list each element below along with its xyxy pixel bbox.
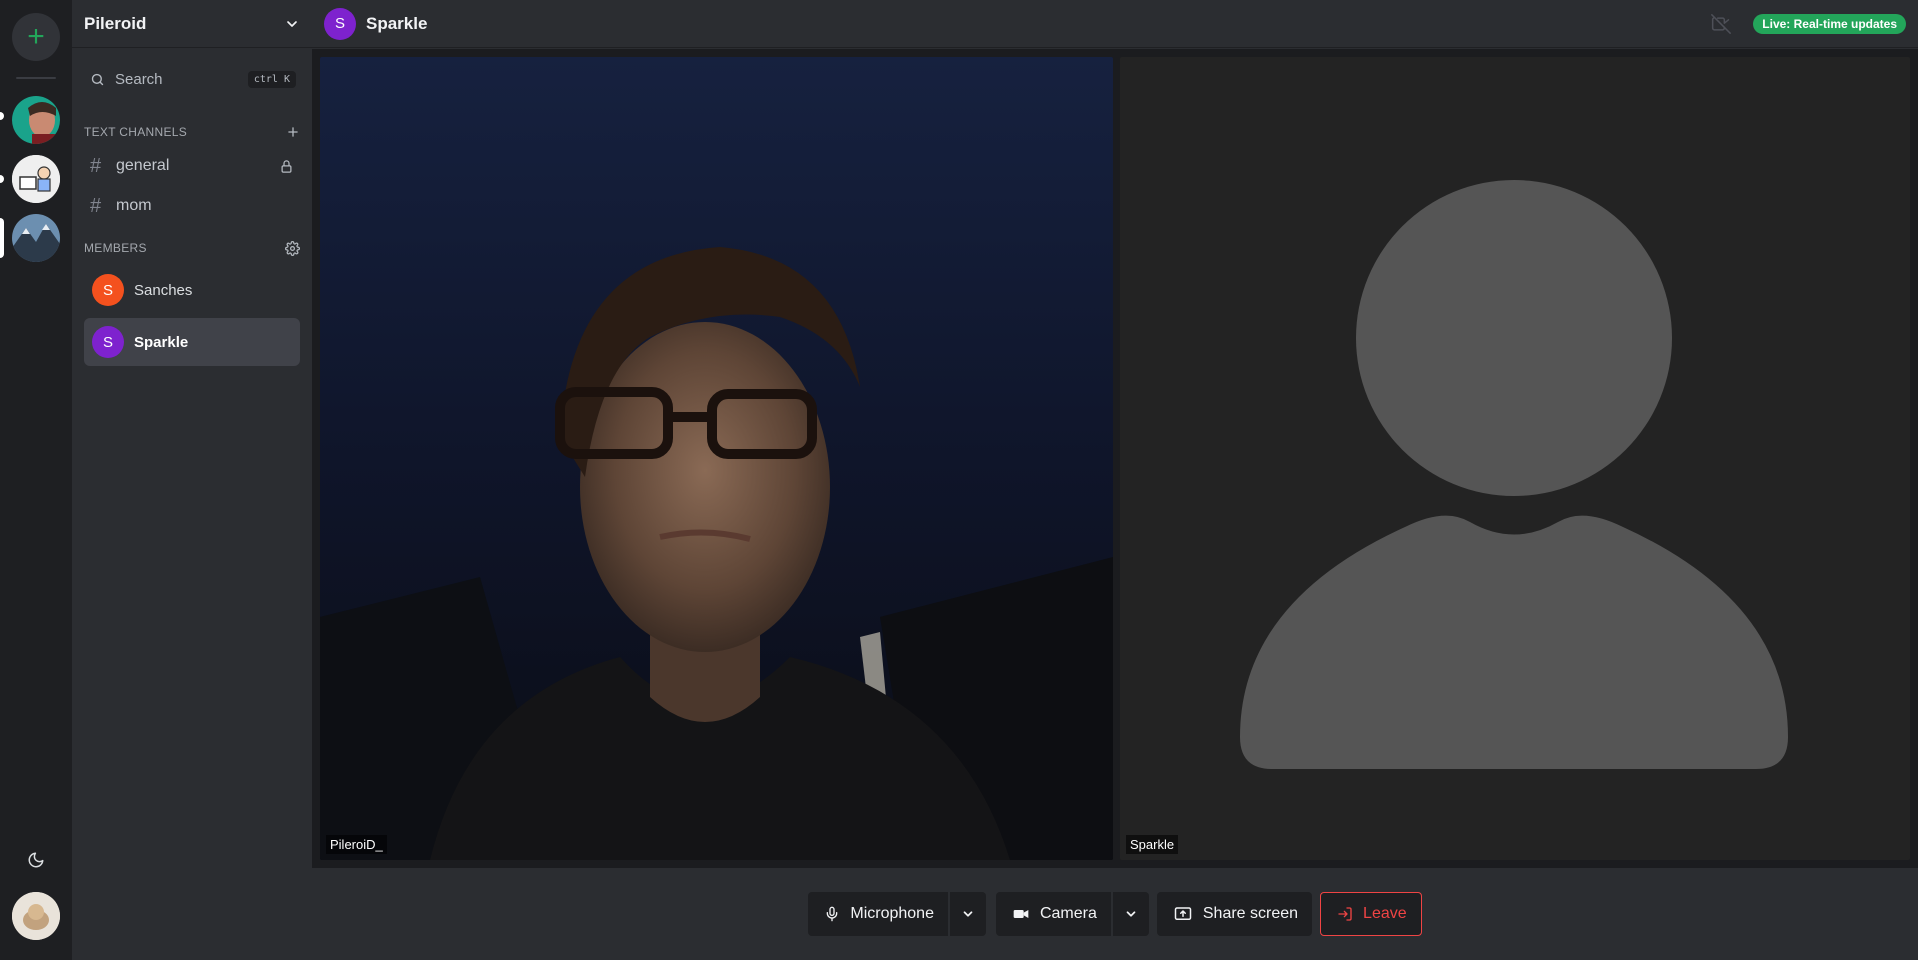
plus-icon: + [27, 20, 45, 53]
channel-name: mom [116, 197, 152, 214]
search-button[interactable]: Search ctrl K [80, 62, 304, 96]
chevron-down-icon [963, 911, 973, 917]
camera-label: Camera [1039, 905, 1097, 922]
microphone-control: Microphone [808, 892, 986, 936]
chevron-down-icon [287, 20, 297, 27]
chevron-down-icon [1126, 911, 1136, 917]
camera-control: Camera [995, 892, 1149, 936]
search-icon [91, 73, 104, 85]
avatar: S [92, 274, 124, 306]
channel-sidebar: Pileroid Search ctrl K TEXT CHANNELS # g… [72, 0, 312, 960]
text-channels-header: TEXT CHANNELS [72, 120, 312, 144]
search-label: Search [115, 70, 163, 88]
channel-mom[interactable]: # mom [80, 188, 304, 224]
share-screen-label: Share screen [1202, 905, 1299, 922]
leave-icon [1338, 907, 1352, 921]
status-badge: Live: Real-time updates [1753, 13, 1906, 34]
avatar: S [92, 326, 124, 358]
member-sparkle[interactable]: S Sparkle [84, 318, 300, 366]
leave-label: Leave [1363, 905, 1407, 922]
server-avatar-landscape[interactable] [12, 214, 60, 262]
server-header[interactable]: Pileroid [72, 0, 312, 48]
hash-icon: # [90, 194, 102, 217]
member-name: Sanches [134, 281, 193, 299]
microphone-button[interactable]: Microphone [808, 892, 948, 936]
participant-name: Sparkle [1126, 835, 1179, 854]
user-avatar[interactable] [12, 892, 60, 940]
unread-indicator [0, 112, 4, 120]
channel-name: general [116, 157, 170, 174]
call-controls: Microphone Camera Share screen Leave [312, 868, 1918, 960]
hash-icon: # [90, 154, 102, 177]
camera-options-button[interactable] [1110, 892, 1149, 936]
add-channel-icon[interactable] [286, 125, 300, 139]
top-bar: S Sparkle Live: Real-time updates [312, 0, 1918, 48]
server-rail: + [0, 0, 72, 960]
server-avatar-portrait[interactable] [12, 96, 60, 144]
main-area: S Sparkle Live: Real-time updates Pilero… [312, 0, 1918, 960]
page-title: Sparkle [366, 13, 428, 33]
camera-feed-image [320, 57, 1113, 860]
rail-divider [16, 77, 56, 79]
text-channels-heading: TEXT CHANNELS [84, 125, 188, 139]
camera-off-icon [1711, 13, 1732, 34]
share-screen-button[interactable]: Share screen [1156, 892, 1313, 936]
user-placeholder-icon [1240, 180, 1788, 769]
gear-icon[interactable] [285, 240, 300, 256]
member-name: Sparkle [134, 333, 189, 351]
member-sanches[interactable]: S Sanches [84, 266, 300, 314]
server-name: Pileroid [84, 13, 147, 33]
avatar: S [324, 7, 356, 40]
leave-button[interactable]: Leave [1320, 892, 1422, 936]
video-stage: PileroiD_ Sparkle [312, 49, 1918, 868]
video-camera-icon [1013, 910, 1029, 918]
search-shortcut: ctrl K [247, 70, 296, 88]
server-avatar-cartoon[interactable] [12, 155, 60, 203]
microphone-icon [827, 906, 838, 922]
channel-general[interactable]: # general [80, 148, 304, 184]
microphone-options-button[interactable] [947, 892, 986, 936]
camera-button[interactable]: Camera [996, 892, 1111, 936]
unread-indicator [0, 175, 4, 183]
add-server-button[interactable]: + [12, 13, 60, 61]
active-server-indicator [0, 218, 4, 258]
participant-name: PileroiD_ [326, 835, 387, 854]
share-screen-icon [1174, 907, 1192, 920]
theme-toggle-button[interactable] [20, 844, 52, 876]
members-heading: MEMBERS [84, 241, 147, 255]
members-header: MEMBERS [72, 236, 312, 260]
video-tile-sparkle[interactable]: Sparkle [1120, 57, 1910, 860]
video-tile-pileroid[interactable]: PileroiD_ [320, 57, 1113, 860]
microphone-label: Microphone [850, 905, 934, 922]
moon-icon [28, 852, 44, 868]
lock-icon [281, 159, 292, 173]
